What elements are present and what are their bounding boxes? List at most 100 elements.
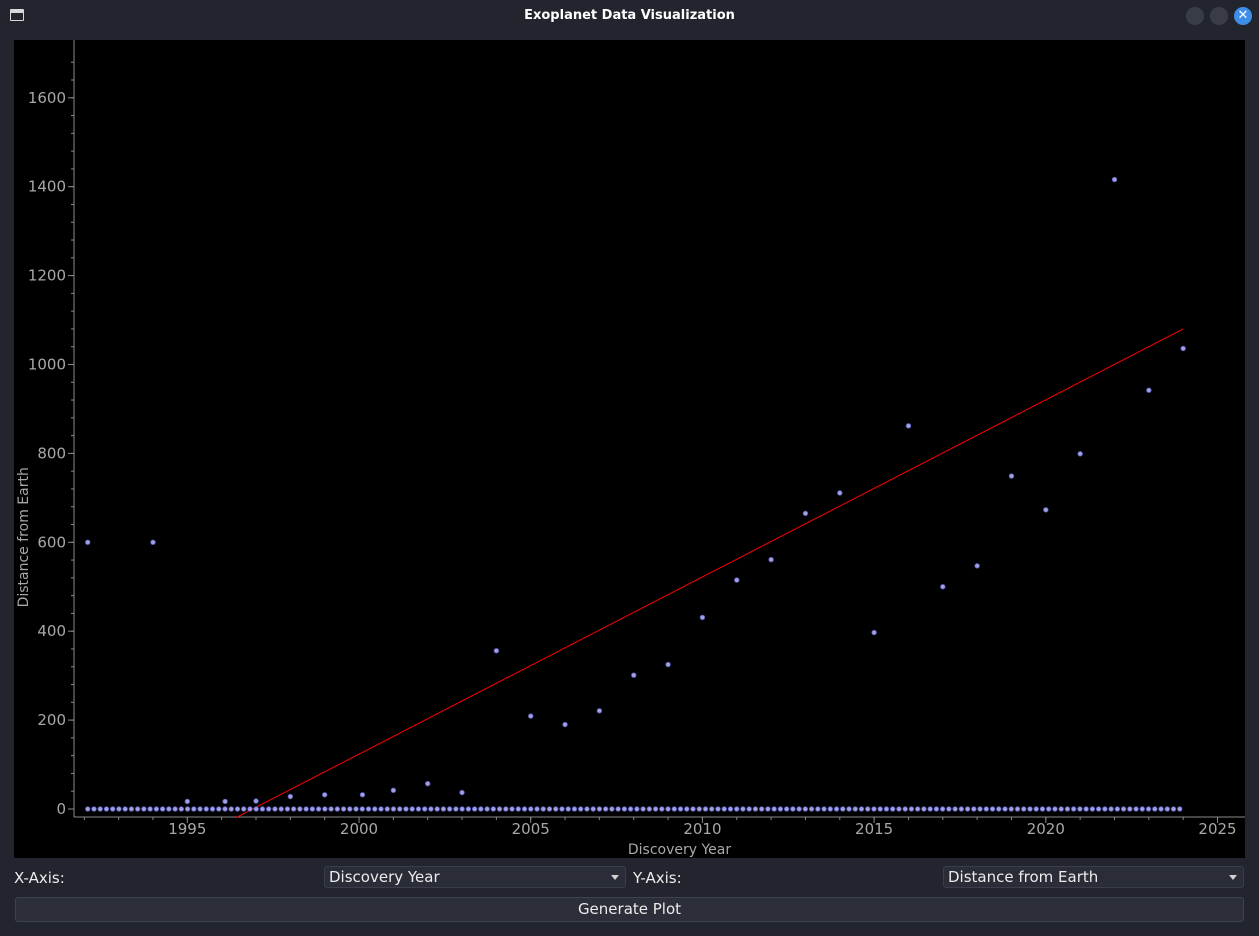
y-axis-label: Y-Axis:: [633, 869, 682, 887]
data-point: [446, 806, 453, 812]
data-point: [802, 806, 809, 812]
data-point: [259, 806, 266, 812]
generate-plot-button[interactable]: Generate Plot: [15, 897, 1244, 922]
data-point: [768, 556, 774, 563]
data-point: [815, 806, 821, 812]
y-axis-select[interactable]: Distance from Earth: [943, 866, 1244, 888]
data-point: [1133, 806, 1139, 812]
data-point: [1070, 806, 1077, 812]
x-axis-title: Discovery Year: [628, 842, 732, 858]
data-point: [596, 708, 603, 714]
data-point: [983, 806, 990, 812]
data-point: [1083, 806, 1089, 812]
data-point: [709, 806, 715, 812]
data-point: [1145, 806, 1152, 812]
close-button[interactable]: ✕: [1234, 7, 1252, 25]
data-point: [253, 798, 259, 804]
data-point: [384, 806, 390, 812]
data-point: [596, 806, 603, 812]
data-point: [1139, 806, 1146, 812]
data-point: [209, 806, 216, 812]
data-point: [590, 806, 596, 812]
data-point: [1120, 806, 1127, 812]
data-point: [503, 806, 509, 812]
data-point: [1058, 806, 1064, 812]
y-tick-label: 0: [56, 800, 66, 818]
data-point: [696, 806, 702, 812]
data-point: [390, 787, 397, 794]
data-point: [671, 806, 678, 812]
data-point: [166, 806, 172, 812]
data-point: [571, 806, 578, 812]
data-point: [134, 806, 141, 812]
data-point: [905, 423, 912, 429]
data-point: [1077, 806, 1083, 812]
data-point: [528, 806, 534, 812]
data-point: [921, 806, 927, 812]
data-point: [272, 806, 278, 812]
data-point: [1039, 806, 1046, 812]
data-point: [540, 806, 546, 812]
title-bar[interactable]: Exoplanet Data Visualization ✕: [0, 0, 1259, 32]
data-point: [1146, 387, 1152, 393]
data-point: [103, 806, 110, 812]
data-point: [1102, 806, 1108, 812]
data-point: [902, 806, 908, 812]
data-point: [515, 806, 522, 812]
y-tick-label: 400: [37, 622, 66, 640]
x-axis-select[interactable]: Discovery Year: [324, 866, 626, 888]
data-point: [409, 806, 415, 812]
data-point: [946, 806, 952, 812]
data-point: [721, 806, 727, 812]
data-point: [528, 713, 534, 719]
data-point: [546, 806, 553, 812]
data-point: [1111, 176, 1118, 183]
data-point: [390, 806, 397, 812]
data-point: [933, 806, 940, 812]
data-point: [702, 806, 709, 812]
data-point: [1008, 806, 1014, 812]
x-axis-select-value: Discovery Year: [329, 868, 440, 886]
data-point: [1077, 451, 1083, 457]
data-point: [128, 806, 135, 812]
data-point: [609, 806, 615, 812]
data-point: [278, 806, 284, 812]
x-tick-label: 2015: [855, 820, 893, 838]
data-point: [222, 798, 228, 805]
data-point: [821, 806, 827, 812]
data-point: [459, 806, 465, 812]
data-point: [1027, 806, 1033, 812]
data-point: [265, 806, 272, 812]
data-point: [752, 806, 759, 812]
data-point: [147, 806, 153, 812]
data-point: [328, 806, 334, 812]
data-point: [465, 806, 472, 812]
data-point: [1180, 345, 1186, 352]
data-point: [440, 806, 447, 812]
data-point: [790, 806, 796, 812]
data-point: [191, 806, 197, 812]
data-point: [559, 806, 565, 812]
data-point: [677, 806, 684, 812]
y-tick-label: 200: [37, 711, 66, 729]
data-point: [565, 806, 571, 812]
data-point: [621, 806, 628, 812]
data-point: [699, 614, 706, 621]
data-point: [833, 806, 840, 812]
y-tick-label: 1200: [28, 267, 66, 285]
data-point: [471, 806, 478, 812]
maximize-button[interactable]: [1210, 7, 1228, 25]
data-point: [783, 806, 790, 812]
data-point: [1033, 806, 1039, 812]
data-point: [602, 806, 609, 812]
data-point: [228, 806, 234, 812]
minimize-button[interactable]: [1186, 7, 1204, 25]
data-point: [184, 798, 191, 805]
data-point: [690, 806, 696, 812]
data-point: [771, 806, 777, 812]
data-point: [1021, 806, 1027, 812]
data-point: [871, 806, 877, 812]
data-point: [740, 806, 746, 812]
data-point: [715, 806, 721, 812]
data-point: [765, 806, 771, 812]
